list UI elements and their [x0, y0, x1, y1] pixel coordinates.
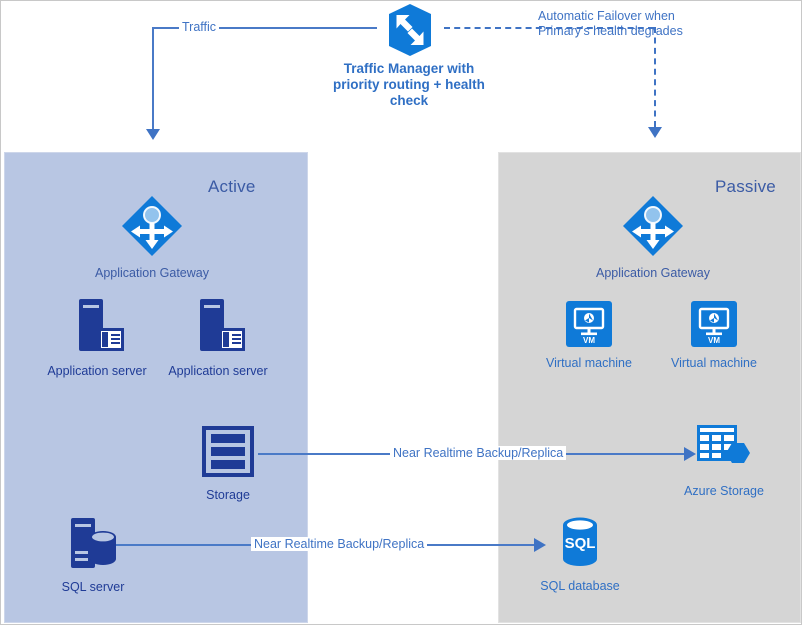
storage-node[interactable]: Storage	[182, 425, 274, 502]
failover-edge-arrowhead	[648, 127, 662, 138]
passive-application-gateway-label: Application Gateway	[596, 266, 710, 280]
failover-note: Automatic Failover when Primary's health…	[538, 9, 683, 38]
passive-panel-title: Passive	[715, 177, 776, 196]
application-gateway-icon	[86, 193, 218, 264]
application-server-icon	[158, 295, 278, 362]
traffic-edge-label: Traffic	[179, 20, 220, 34]
application-server-2-label: Application server	[168, 364, 268, 378]
virtual-machine-2-label: Virtual machine	[671, 356, 757, 370]
svg-text:VM: VM	[583, 336, 595, 345]
traffic-edge-arrowhead	[146, 129, 160, 140]
sql-server-label: SQL server	[61, 580, 125, 594]
virtual-machine-2-node[interactable]: VM Virtual machine	[654, 299, 774, 370]
failover-edge-vertical	[654, 27, 656, 127]
storage-icon	[182, 425, 274, 486]
application-server-1-node[interactable]: Application server	[37, 295, 157, 378]
application-gateway-icon	[587, 193, 719, 264]
architecture-diagram-canvas: Active Passive Traffic Manager with prio…	[0, 0, 802, 625]
traffic-manager-node[interactable]	[373, 2, 447, 63]
traffic-edge-vertical	[152, 27, 154, 131]
svg-text:VM: VM	[708, 336, 720, 345]
traffic-manager-icon	[373, 2, 447, 63]
sql-server-icon	[48, 515, 138, 578]
virtual-machine-icon: VM	[529, 299, 649, 354]
azure-storage-icon	[665, 421, 783, 482]
azure-storage-node[interactable]: Azure Storage	[665, 421, 783, 498]
virtual-machine-1-node[interactable]: VM Virtual machine	[529, 299, 649, 370]
passive-application-gateway-node[interactable]: Application Gateway	[587, 193, 719, 280]
application-server-icon	[37, 295, 157, 362]
active-application-gateway-node[interactable]: Application Gateway	[86, 193, 218, 280]
application-server-1-label: Application server	[47, 364, 147, 378]
active-application-gateway-label: Application Gateway	[95, 266, 209, 280]
application-server-2-node[interactable]: Application server	[158, 295, 278, 378]
sql-database-icon: SQL	[525, 514, 635, 577]
storage-label: Storage	[206, 488, 250, 502]
sql-database-node[interactable]: SQL SQL database	[525, 514, 635, 593]
sql-database-label: SQL database	[540, 579, 620, 593]
storage-replication-label: Near Realtime Backup/Replica	[390, 446, 567, 460]
traffic-manager-caption: Traffic Manager with priority routing + …	[333, 61, 485, 108]
sql-replication-label: Near Realtime Backup/Replica	[251, 537, 428, 551]
virtual-machine-1-label: Virtual machine	[546, 356, 632, 370]
svg-text:SQL: SQL	[565, 535, 596, 552]
azure-storage-label: Azure Storage	[684, 484, 764, 498]
sql-server-node[interactable]: SQL server	[48, 515, 138, 594]
virtual-machine-icon: VM	[654, 299, 774, 354]
